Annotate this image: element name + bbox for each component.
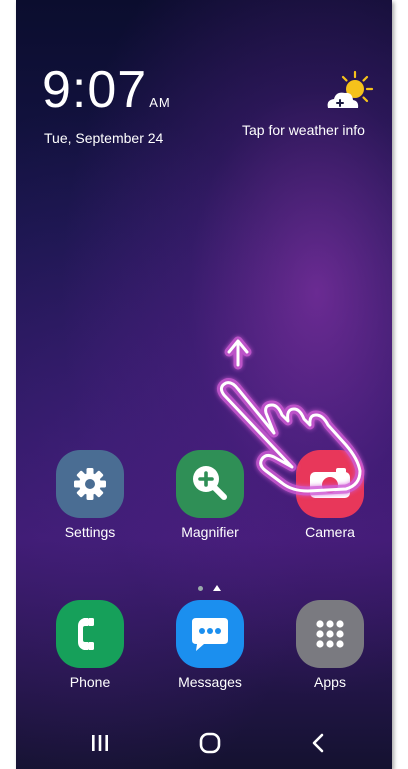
phone-app-icon <box>56 600 124 668</box>
date-label: Tue, September 24 <box>44 130 164 146</box>
clock-widget[interactable]: 9:07 AM <box>42 64 171 129</box>
page-home-indicator <box>213 585 221 591</box>
recents-icon[interactable] <box>80 728 120 758</box>
weather-label[interactable]: Tap for weather info <box>242 122 365 138</box>
settings-app[interactable]: Settings <box>48 450 132 540</box>
messages-icon <box>192 618 228 651</box>
home-icon[interactable] <box>190 728 230 758</box>
swipe-up-hand-icon <box>216 336 365 496</box>
navigation-bar <box>16 718 392 769</box>
settings-label: Settings <box>64 524 116 540</box>
page-indicator <box>198 578 221 596</box>
weather-sun-cloud-icon[interactable] <box>322 70 376 114</box>
gear-icon <box>74 468 106 500</box>
magnifier-label: Magnifier <box>181 524 239 540</box>
apps-app-icon <box>296 600 364 668</box>
page-dot-1 <box>198 586 203 591</box>
home-screen: 9:07 AM Tue, September 24 Tap for weather… <box>16 0 392 769</box>
settings-app-icon <box>56 450 124 518</box>
messages-app[interactable]: Messages <box>168 600 252 690</box>
camera-label: Camera <box>305 524 355 540</box>
messages-label: Messages <box>178 674 242 690</box>
phone-label: Phone <box>69 674 111 690</box>
messages-app-icon <box>176 600 244 668</box>
apps-grid-icon <box>316 620 344 648</box>
phone-app[interactable]: Phone <box>48 600 132 690</box>
clock-ampm: AM <box>149 95 171 110</box>
apps-drawer[interactable]: Apps <box>288 600 372 690</box>
clock-time: 9:07 <box>42 61 148 119</box>
phone-icon <box>78 618 94 650</box>
back-icon[interactable] <box>298 728 338 758</box>
apps-label: Apps <box>314 674 346 690</box>
